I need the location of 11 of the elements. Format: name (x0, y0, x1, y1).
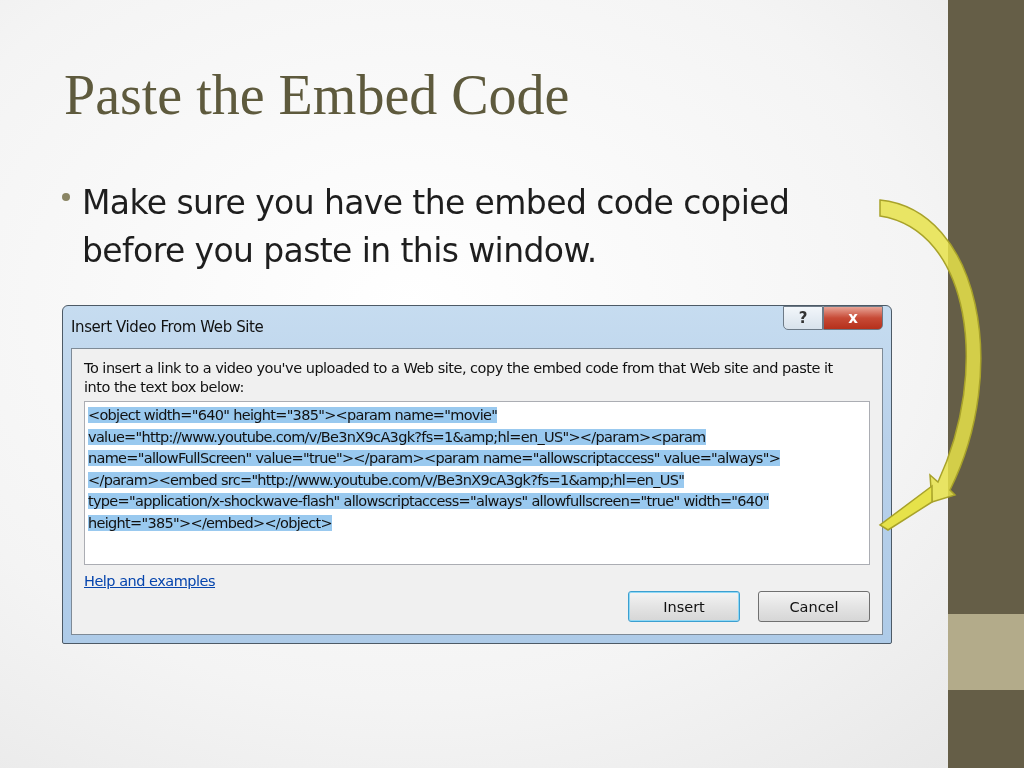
close-button[interactable]: x (823, 306, 883, 331)
help-link[interactable]: Help and examples (84, 573, 216, 590)
code-text-field[interactable]: <object width="640" height="385"><param name="movie" value="http://www.youtube.com/v/Be3nX9cA3gk?fs=1&amp;hl=en_US"></param><param name="allowFullScreen" value="true"></param><param name="allowscriptaccess" value="always"> </param><embed src="http://www.youtube.com/v/Be3nX9cA3gk?fs=1&amp;hl=en_US" type="application/x-shockwave-flash" allowscriptaccess="always" allowfullscreen="true" width="640" height="385"></embed></object> (84, 401, 870, 566)
help-button[interactable]: ? (783, 306, 823, 331)
slide-title: Paste the Embed Code (64, 63, 571, 128)
dialog-title: Insert Video From Web Site (71, 318, 264, 337)
instructions-text: To insert a link to a video you've uploaded to a Web site, copy the embed code from that Web site and paste it into the text box below: (84, 359, 834, 398)
cancel-button[interactable]: Cancel (758, 591, 870, 623)
bullet-text: Make sure you have the embed code copied before you paste in this window. (82, 182, 791, 273)
insert-button[interactable]: Insert (628, 591, 740, 623)
bullet-dot (62, 193, 70, 202)
